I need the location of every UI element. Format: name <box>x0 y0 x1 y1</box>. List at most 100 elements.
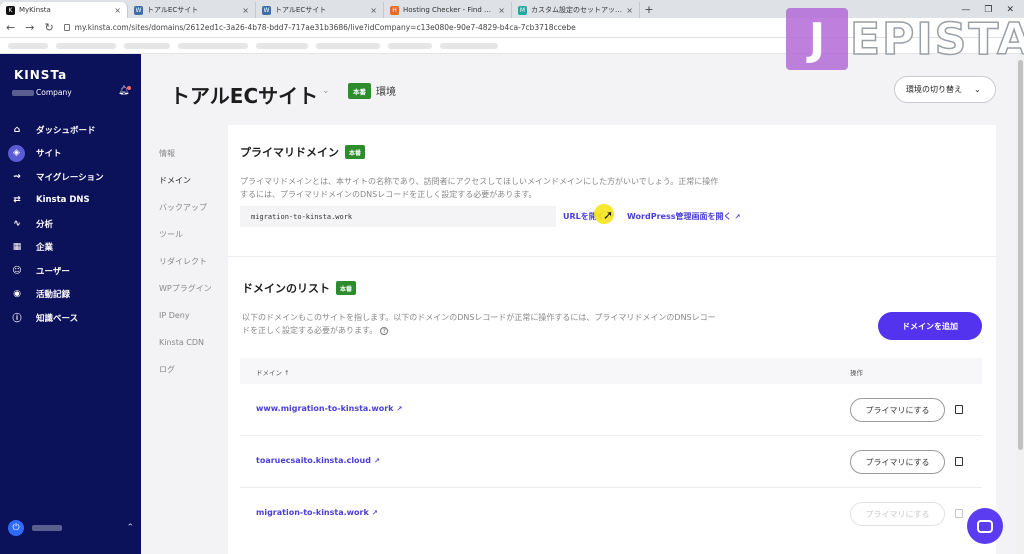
domain-list-description: 以下のドメインもこのサイトを指します。以下のドメインのDNSレコードが正常に操作… <box>242 311 716 337</box>
external-link-icon: ↗ <box>371 508 378 517</box>
sidebar-item-label: ダッシュボード <box>36 125 96 136</box>
url-text: my.kinsta.com/sites/domains/2612ed1c-3a2… <box>74 23 576 32</box>
bookmark-item[interactable] <box>178 43 248 49</box>
subnav-item-domains[interactable]: ドメイン <box>159 167 229 194</box>
browser-tab[interactable]: M カスタム設定のセットアップ方法 – ム... × <box>512 2 640 18</box>
table-row: www.migration-to-kinsta.work ↗ プライマリにする <box>240 384 982 436</box>
chevron-down-icon[interactable]: ⌄ <box>322 86 330 96</box>
description-line: ドを正しく設定する必要があります。 <box>242 326 378 335</box>
sidebar-item-users[interactable]: ☺ ユーザー <box>0 259 141 283</box>
sidebar: KINSTa Company 🔔︎ ⌂ ダッシュボード ◈ サイト ⇝ マイグレ… <box>0 54 141 554</box>
domain-link[interactable]: www.migration-to-kinsta.work ↗ <box>256 404 402 413</box>
column-header-action: 操作 <box>850 369 863 377</box>
domain-name: www.migration-to-kinsta.work <box>256 404 394 413</box>
reload-icon[interactable]: ↻ <box>44 21 53 34</box>
sidebar-item-label: 知識ベース <box>36 313 79 324</box>
scrollbar-thumb[interactable] <box>1018 60 1023 450</box>
sidebar-item-activity[interactable]: ◉ 活動記録 <box>0 283 141 307</box>
section-title: ドメインのリスト <box>242 282 330 295</box>
sidebar-item-dashboard[interactable]: ⌂ ダッシュボード <box>0 118 141 142</box>
migration-icon: ⇝ <box>13 171 21 182</box>
domain-name: toaruecsaito.kinsta.cloud <box>256 456 371 465</box>
bell-icon[interactable]: 🔔︎ <box>118 86 132 96</box>
chat-icon <box>977 519 993 533</box>
company-selector[interactable]: Company <box>12 88 72 97</box>
user-add-icon: ☺ <box>12 265 22 276</box>
chat-button[interactable] <box>967 508 1003 544</box>
domain-link[interactable]: migration-to-kinsta.work ↗ <box>256 508 378 517</box>
subnav-item-logs[interactable]: ログ <box>159 356 229 383</box>
bookmark-item[interactable] <box>124 43 170 49</box>
subnav-item-tools[interactable]: ツール <box>159 221 229 248</box>
subnav-item-plugins[interactable]: WPプラグイン <box>159 275 229 302</box>
bookmark-item[interactable] <box>440 43 498 49</box>
browser-tab[interactable]: H Hosting Checker - Find out who... × <box>384 2 512 18</box>
bookmark-item[interactable] <box>8 43 48 49</box>
close-tab-icon[interactable]: × <box>114 6 121 15</box>
close-tab-icon[interactable]: × <box>626 6 633 15</box>
trash-icon[interactable] <box>955 405 963 414</box>
sidebar-item-analytics[interactable]: ∿ 分析 <box>0 212 141 236</box>
bookmark-item[interactable] <box>316 43 380 49</box>
kinsta-logo[interactable]: KINSTa <box>14 68 67 82</box>
browser-tab[interactable]: W トアルECサイト × <box>256 2 384 18</box>
sidebar-item-sites[interactable]: ◈ サイト <box>0 142 141 166</box>
column-header-domain[interactable]: ドメイン ↑ <box>256 367 290 377</box>
back-icon[interactable]: ← <box>6 21 15 34</box>
eye-icon: ◉ <box>13 289 21 300</box>
forward-icon[interactable]: → <box>25 21 34 34</box>
close-tab-icon[interactable]: × <box>498 6 505 15</box>
browser-tab[interactable]: K MyKinsta × <box>0 2 128 18</box>
power-icon: ⏻ <box>8 520 24 536</box>
make-primary-button[interactable]: プライマリにする <box>850 450 945 474</box>
add-domain-button[interactable]: ドメインを追加 <box>878 312 982 340</box>
close-tab-icon[interactable]: × <box>242 6 249 15</box>
analytics-icon: ∿ <box>13 218 21 229</box>
close-tab-icon[interactable]: × <box>370 6 377 15</box>
make-primary-button[interactable]: プライマリにする <box>850 398 945 422</box>
tab-title: カスタム設定のセットアップ方法 – ム... <box>531 6 622 14</box>
external-link-icon: ↗ <box>373 456 380 465</box>
bookmark-item[interactable] <box>388 43 432 49</box>
tab-title: MyKinsta <box>19 6 51 14</box>
subnav-item-ip-deny[interactable]: IP Deny <box>159 302 229 329</box>
open-wp-admin-link[interactable]: WordPress管理画面を開く ↗ <box>627 211 740 222</box>
primary-domain-value: migration-to-kinsta.work <box>240 206 556 227</box>
domain-name: migration-to-kinsta.work <box>256 508 369 517</box>
env-switch-button[interactable]: 環境の切り替え ⌄ <box>894 76 996 103</box>
subnav-item-cdn[interactable]: Kinsta CDN <box>159 329 229 356</box>
sidebar-item-migration[interactable]: ⇝ マイグレーション <box>0 165 141 189</box>
subnav-item-info[interactable]: 情報 <box>159 140 229 167</box>
bookmark-item[interactable] <box>56 43 116 49</box>
blurred-username <box>32 525 62 531</box>
sidebar-item-company[interactable]: ▦ 企業 <box>0 236 141 260</box>
env-switch-label: 環境の切り替え <box>906 85 962 94</box>
domain-link[interactable]: toaruecsaito.kinsta.cloud ↗ <box>256 456 380 465</box>
user-menu[interactable]: ⏻ ⌃ <box>8 520 134 536</box>
trash-icon <box>955 509 963 518</box>
kinsta-icon: K <box>6 5 15 15</box>
make-primary-button-disabled: プライマリにする <box>850 502 945 526</box>
tab-title: トアルECサイト <box>147 6 199 14</box>
subnav-item-redirects[interactable]: リダイレクト <box>159 248 229 275</box>
sidebar-item-label: 分析 <box>36 219 54 230</box>
chevron-up-icon: ⌃ <box>126 523 134 533</box>
wordpress-icon: W <box>262 5 271 15</box>
sidebar-item-label: 企業 <box>36 243 54 254</box>
subnav-item-backups[interactable]: バックアップ <box>159 194 229 221</box>
dns-icon: ⇄ <box>13 195 21 206</box>
browser-tab[interactable]: W トアルECサイト × <box>128 2 256 18</box>
env-label: 環境 <box>376 87 396 98</box>
table-header: ドメイン ↑ 操作 <box>240 358 982 384</box>
watermark-j: J <box>786 8 848 70</box>
m-icon: M <box>518 5 527 15</box>
sidebar-item-knowledge[interactable]: ⓘ 知識ベース <box>0 306 141 330</box>
sidebar-item-dns[interactable]: ⇄ Kinsta DNS <box>0 189 141 213</box>
chevron-down-icon: ⌄ <box>974 85 981 94</box>
help-icon[interactable]: ? <box>380 326 389 335</box>
trash-icon[interactable] <box>955 457 963 466</box>
url-field[interactable]: my.kinsta.com/sites/domains/2612ed1c-3a2… <box>63 23 576 32</box>
bookmark-item[interactable] <box>256 43 308 49</box>
description-line-2: ドを正しく設定する必要があります。? <box>242 324 716 337</box>
new-tab-button[interactable]: + <box>640 2 658 18</box>
